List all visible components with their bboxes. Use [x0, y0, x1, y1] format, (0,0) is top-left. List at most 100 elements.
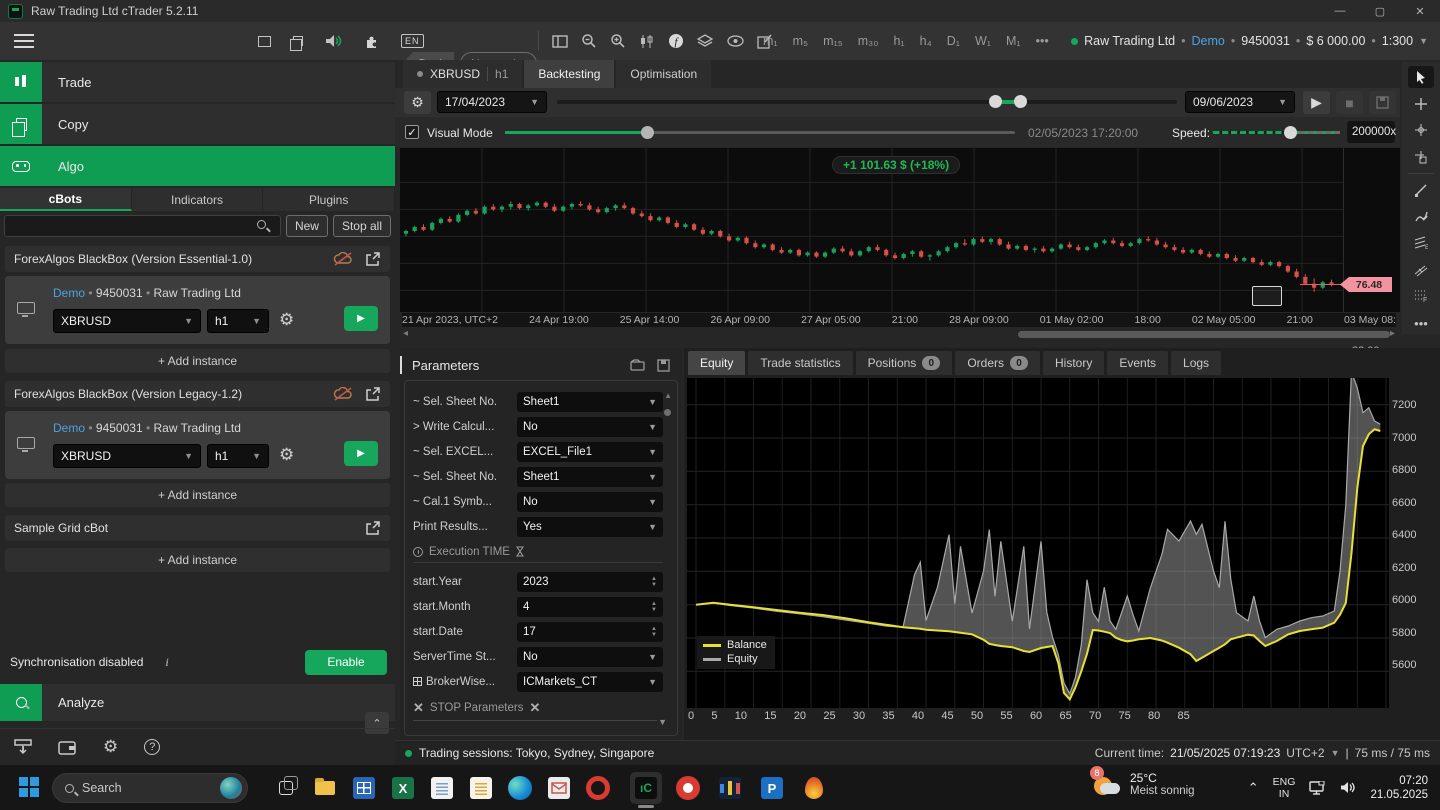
timeframe-select[interactable]: h1 ▼	[207, 444, 269, 468]
volume-icon[interactable]	[1340, 781, 1356, 794]
save-parameters-icon[interactable]	[657, 358, 670, 372]
taskbar-clock[interactable]: 07:20 21.05.2025	[1370, 774, 1428, 802]
crosshair-sync-tool[interactable]	[1408, 119, 1434, 141]
scroll-right-icon[interactable]: ▸	[1390, 328, 1395, 339]
stop-backtest-button[interactable]: ■	[1336, 91, 1363, 114]
trendline-tool[interactable]	[1408, 179, 1434, 201]
tab-logs[interactable]: Logs	[1171, 351, 1222, 375]
visual-mode-checkbox[interactable]: ✓	[405, 125, 419, 139]
param-stepper[interactable]: 17 ▲ ▼	[517, 621, 663, 642]
info-icon[interactable]: i	[165, 655, 168, 670]
taskbar-app-opera-icon[interactable]	[582, 772, 614, 804]
param-select[interactable]: No ▼	[517, 416, 663, 437]
share-icon[interactable]	[365, 387, 381, 401]
taskbar-app-explorer-icon[interactable]	[309, 772, 341, 804]
tab-equity[interactable]: Equity	[688, 351, 746, 375]
account-selector[interactable]: Raw Trading Ltd • Demo • 9450031 • $ 6 0…	[1071, 22, 1428, 60]
taskbar-app-notepad-icon[interactable]	[426, 772, 458, 804]
start-button-icon[interactable]	[18, 776, 40, 798]
end-date-select[interactable]: 09/06/2023 ▼	[1185, 91, 1295, 113]
tab-orders[interactable]: Orders 0	[955, 351, 1040, 375]
minimize-button[interactable]: —	[1320, 0, 1360, 22]
tab-events[interactable]: Events	[1107, 351, 1169, 375]
taskbar-app-notes-icon[interactable]	[465, 772, 497, 804]
tab-positions[interactable]: Positions 0	[855, 351, 953, 375]
range-start-handle[interactable]	[989, 95, 1002, 108]
search-highlight-image[interactable]	[220, 777, 242, 799]
menu-icon[interactable]	[14, 34, 34, 48]
taskbar-app-flame-icon[interactable]	[798, 772, 830, 804]
speed-value-stepper[interactable]: 200000x ▲▼	[1347, 121, 1407, 143]
maximize-button[interactable]: ▢	[1360, 0, 1400, 22]
fullscreen-icon[interactable]	[258, 35, 271, 47]
speed-slider[interactable]	[1212, 126, 1340, 139]
measure-tool[interactable]	[1408, 146, 1434, 168]
sidebar-item-copy[interactable]: Copy	[0, 104, 395, 144]
tray-overflow-icon[interactable]: ⌃	[1248, 780, 1259, 796]
symbol-select[interactable]: XBRUSD ▼	[53, 444, 201, 468]
timeframe-d1[interactable]: D₁	[944, 32, 963, 50]
pattern-tool[interactable]: F	[1408, 286, 1434, 308]
timezone-select[interactable]: UTC+2	[1286, 746, 1324, 760]
sidebar-item-analyze[interactable]: Analyze	[0, 684, 395, 721]
date-range-slider[interactable]	[557, 95, 1177, 108]
tab-trade-statistics[interactable]: Trade statistics	[748, 351, 853, 375]
taskbar-app-ctrader-icon[interactable]: ıC	[630, 772, 662, 808]
input-language-switcher[interactable]: ENG IN	[1273, 776, 1296, 800]
wallet-icon[interactable]	[58, 740, 77, 755]
backtest-settings-button[interactable]: ⚙	[404, 91, 431, 114]
sidebar-item-trade[interactable]: Trade	[0, 62, 395, 102]
timeframe-select[interactable]: h1 ▼	[207, 309, 269, 333]
tab-history[interactable]: History	[1043, 351, 1105, 375]
taskbar-app-stats-icon[interactable]	[714, 772, 746, 804]
zoom-out-icon[interactable]	[581, 33, 597, 49]
time-axis[interactable]: 21 Apr 2023, UTC+2 24 Apr 19:00 25 Apr 1…	[402, 313, 1396, 327]
param-select[interactable]: ICMarkets_CT ▼	[517, 671, 663, 692]
param-stepper[interactable]: 2023 ▲ ▼	[517, 571, 663, 592]
scroll-left-icon[interactable]: ◂	[403, 328, 408, 339]
sound-icon[interactable]	[325, 34, 342, 48]
share-icon[interactable]	[365, 252, 381, 266]
taskbar-app-task-view-icon[interactable]	[270, 772, 302, 804]
instance-settings-icon[interactable]: ⚙	[279, 445, 294, 465]
load-parameters-icon[interactable]	[630, 359, 645, 371]
taskbar-app-edge-icon[interactable]	[504, 772, 536, 804]
instance-settings-icon[interactable]: ⚙	[279, 310, 294, 330]
scroll-up-icon[interactable]: ▲	[664, 391, 672, 400]
help-icon[interactable]: ?	[144, 739, 161, 755]
timeframe-w1[interactable]: W₁	[972, 32, 994, 50]
timeframe-h1[interactable]: h₁	[890, 32, 907, 50]
deposit-icon[interactable]	[14, 739, 32, 755]
layers-icon[interactable]	[697, 33, 714, 49]
tab-optimisation[interactable]: Optimisation	[616, 60, 712, 88]
layout-icon[interactable]	[552, 34, 568, 48]
expand-icon[interactable]: ▼	[658, 717, 667, 727]
playback-progress-slider[interactable]	[505, 126, 1015, 139]
timeframe-more-icon[interactable]: •••	[1033, 32, 1052, 50]
enable-sync-button[interactable]: Enable	[305, 649, 387, 675]
param-select[interactable]: Sheet1 ▼	[517, 466, 663, 487]
timeframe-m5[interactable]: m₅	[790, 32, 811, 50]
tab-plugins[interactable]: Plugins	[263, 188, 396, 211]
add-instance-button[interactable]: + Add instance	[5, 483, 390, 507]
symbol-select[interactable]: XBRUSD ▼	[53, 309, 201, 333]
cursor-tool[interactable]	[1408, 66, 1434, 88]
timeframe-m30[interactable]: m₃₀	[855, 32, 882, 50]
freehand-draw-tool[interactable]	[1408, 206, 1434, 228]
taskbar-search-input[interactable]: Search	[52, 773, 248, 803]
timeframe-h4[interactable]: h₄	[917, 32, 935, 50]
indicators-icon[interactable]: f	[668, 33, 684, 49]
cbot-search-input[interactable]	[4, 215, 281, 237]
equity-chart[interactable]	[687, 371, 1389, 708]
timeframe-m1[interactable]: m₁	[760, 32, 781, 50]
network-icon[interactable]	[1309, 780, 1326, 795]
taskbar-app-red-circle-icon[interactable]	[672, 772, 704, 804]
sidebar-item-algo[interactable]: Algo	[0, 146, 395, 186]
channel-tool[interactable]	[1408, 259, 1434, 281]
taskbar-app-mail-icon[interactable]	[543, 772, 575, 804]
tab-symbol-chart[interactable]: XBRUSD h1	[403, 60, 523, 88]
tab-indicators[interactable]: Indicators	[131, 188, 264, 211]
settings-gear-icon[interactable]: ⚙	[103, 737, 118, 757]
zoom-in-icon[interactable]	[610, 33, 626, 49]
new-cbot-button[interactable]: New	[285, 215, 328, 237]
